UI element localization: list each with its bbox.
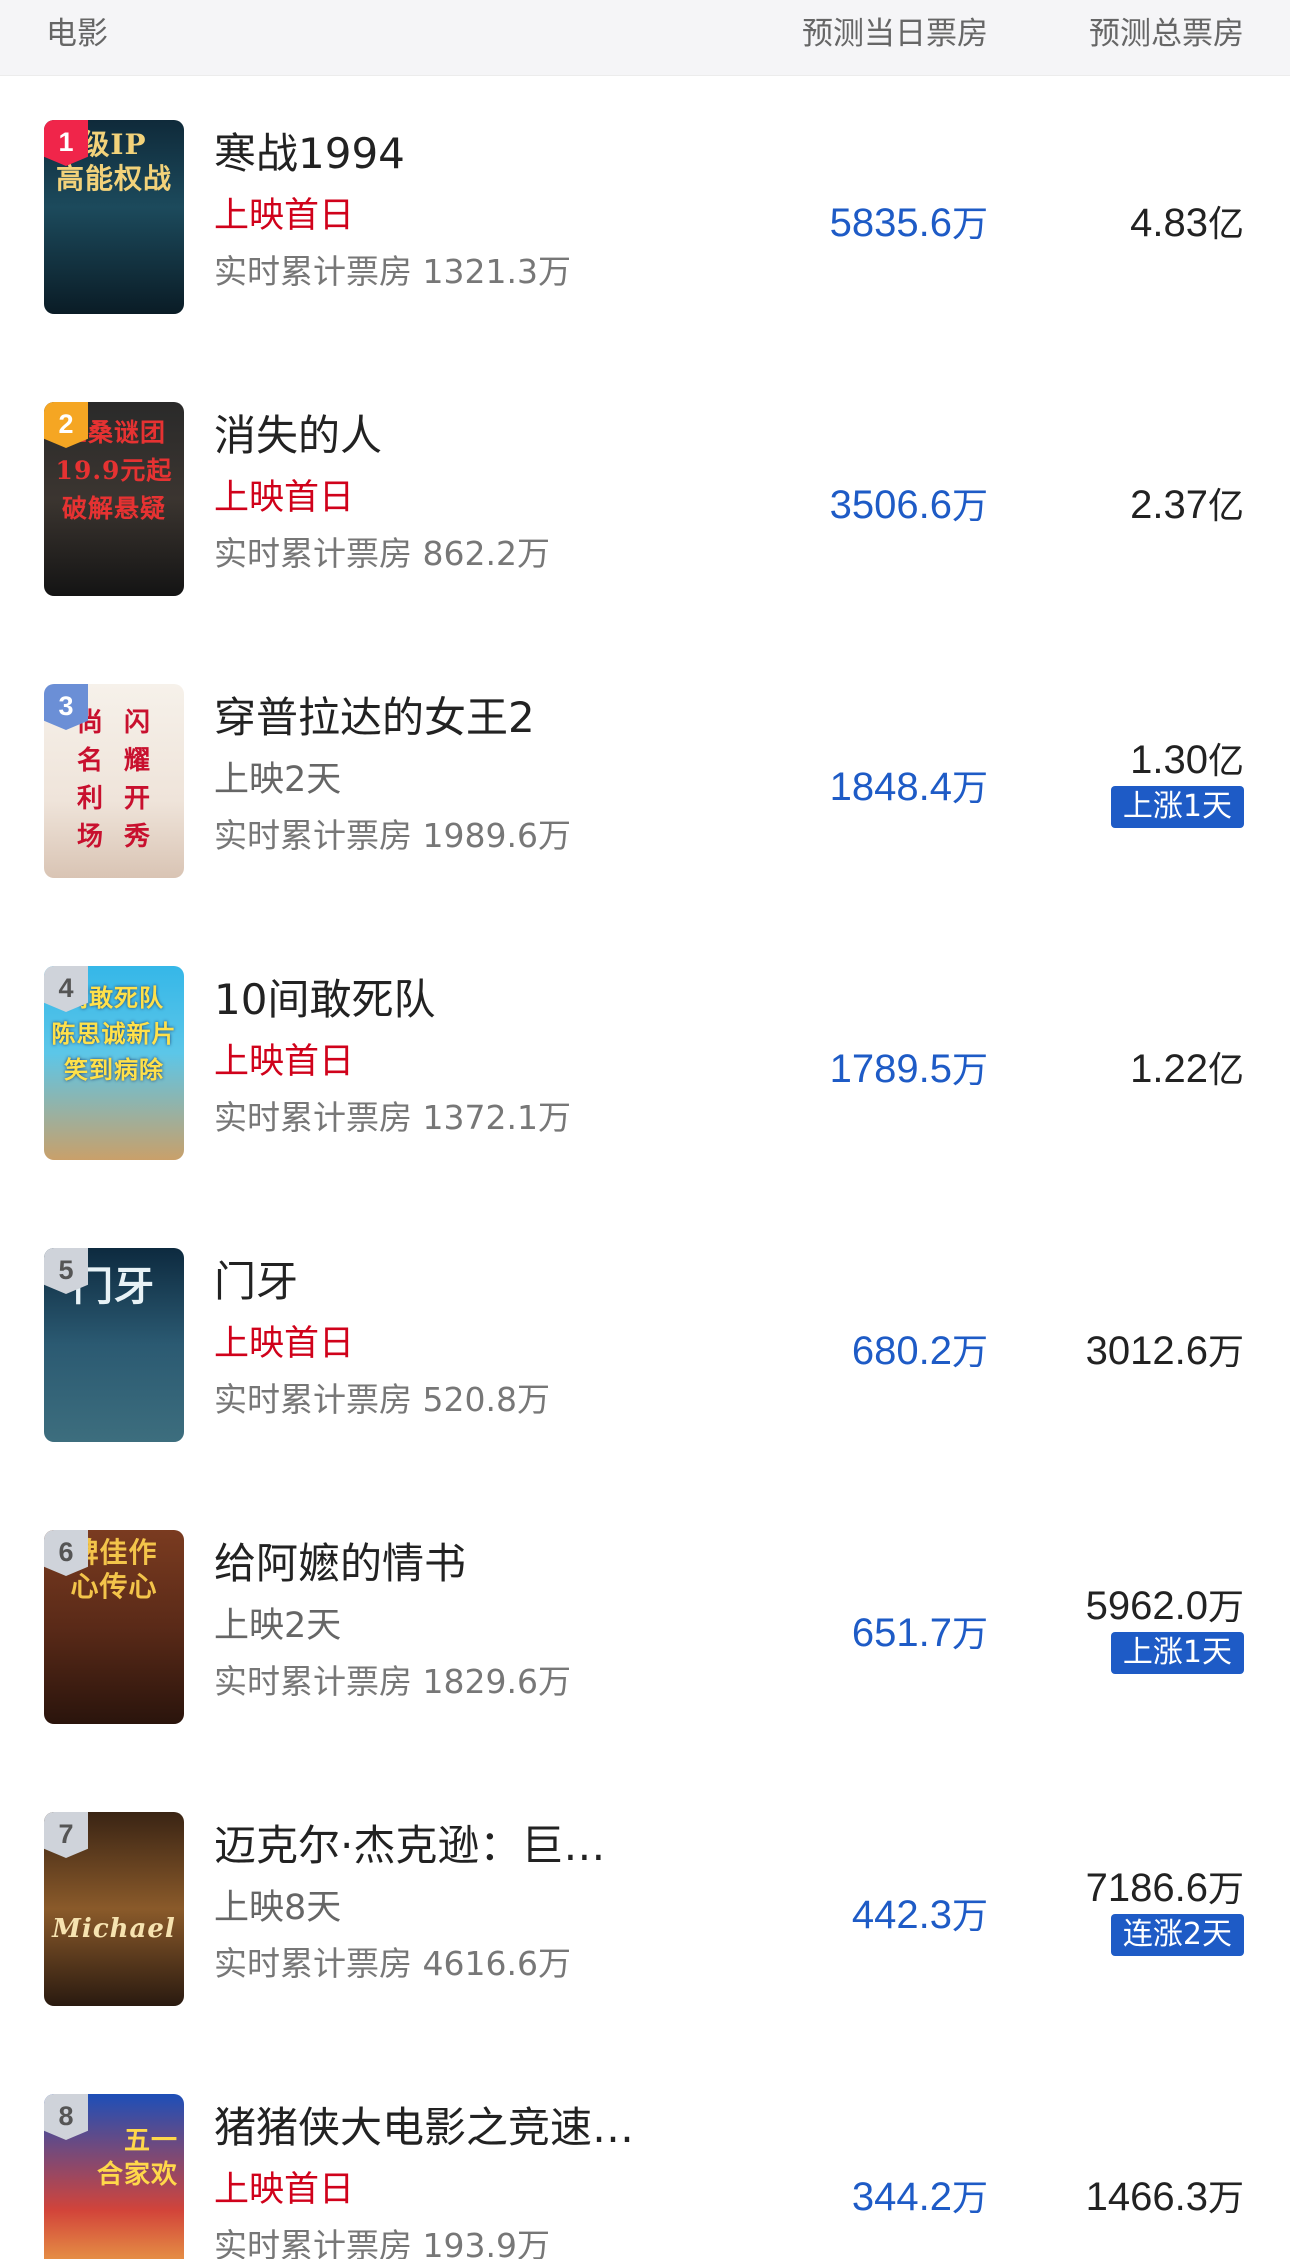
- column-header-daily-box-office[interactable]: 预测当日票房: [802, 8, 988, 53]
- release-status: 上映8天: [214, 1888, 342, 1928]
- movie-poster[interactable]: 级IP 高能权战 1: [44, 120, 184, 314]
- movie-title[interactable]: 给阿嬷的情书: [214, 1530, 466, 1591]
- movie-title[interactable]: 猪猪侠大电影之竞速…: [214, 2094, 634, 2155]
- rank-badge: 1: [44, 120, 88, 166]
- release-status: 上映首日: [214, 1324, 355, 1364]
- predicted-total-box-office: 1.22亿: [1130, 1047, 1244, 1091]
- realtime-cumulative-box-office: 实时累计票房 193.9万: [214, 2226, 550, 2259]
- movie-poster[interactable]: 碑佳作 心传心 6: [44, 1530, 184, 1724]
- rank-badge: 4: [44, 966, 88, 1012]
- predicted-daily-box-office: 5835.6万: [829, 201, 988, 245]
- table-header: 电影 预测当日票房 预测总票房: [0, 0, 1290, 76]
- release-status: 上映首日: [214, 2170, 355, 2210]
- rank-badge: 3: [44, 684, 88, 730]
- release-status: 上映2天: [214, 1606, 342, 1646]
- predicted-total-box-office: 7186.6万: [1085, 1866, 1244, 1910]
- column-header-movie: 电影: [46, 16, 108, 52]
- predicted-total-box-office: 1466.3万: [1085, 2175, 1244, 2219]
- predicted-daily-box-office: 3506.6万: [829, 483, 988, 527]
- realtime-cumulative-box-office: 实时累计票房 1372.1万: [214, 1098, 571, 1137]
- movie-title[interactable]: 门牙: [214, 1248, 298, 1309]
- rank-badge: 6: [44, 1530, 88, 1576]
- realtime-cumulative-box-office: 实时累计票房 520.8万: [214, 1380, 550, 1419]
- movie-title[interactable]: 寒战1994: [214, 120, 405, 181]
- trend-badge: 连涨2天: [1110, 1914, 1244, 1956]
- movie-poster[interactable]: 尚 闪名 耀利 开场 秀 3: [44, 684, 184, 878]
- movie-poster[interactable]: 门牙 5: [44, 1248, 184, 1442]
- movie-poster[interactable]: 五一 合家欢 8: [44, 2094, 184, 2259]
- realtime-cumulative-box-office: 实时累计票房 1989.6万: [214, 816, 571, 855]
- rank-badge: 8: [44, 2094, 88, 2140]
- movie-row[interactable]: 门牙 5 门牙 上映首日 实时累计票房 520.8万 680.2万 3012.6…: [0, 1204, 1290, 1486]
- poster-tagline: Michael: [52, 1914, 176, 1944]
- movie-poster[interactable]: Michael 7: [44, 1812, 184, 2006]
- predicted-total-box-office: 2.37亿: [1130, 483, 1244, 527]
- predicted-daily-box-office: 1848.4万: [829, 765, 988, 809]
- predicted-total-box-office: 1.30亿: [1130, 738, 1244, 782]
- trend-badge: 上涨1天: [1110, 1632, 1244, 1674]
- rank-badge: 2: [44, 402, 88, 448]
- realtime-cumulative-box-office: 实时累计票房 4616.6万: [214, 1944, 571, 1983]
- movie-title[interactable]: 迈克尔·杰克逊：巨…: [214, 1812, 605, 1873]
- predicted-daily-box-office: 442.3万: [851, 1893, 988, 1937]
- movie-row[interactable]: 间敢死队 陈思诚新片 笑到病除 4 10间敢死队 上映首日 实时累计票房 1372.…: [0, 922, 1290, 1204]
- movie-row[interactable]: 碑佳作 心传心 6 给阿嬷的情书 上映2天 实时累计票房 1829.6万 651.…: [0, 1486, 1290, 1768]
- movie-poster[interactable]: 三桑谜团 19.9元起 破解悬疑 2: [44, 402, 184, 596]
- predicted-total-box-office: 5962.0万: [1085, 1584, 1244, 1628]
- rank-badge: 5: [44, 1248, 88, 1294]
- movie-row[interactable]: 五一 合家欢 8 猪猪侠大电影之竞速… 上映首日 实时累计票房 193.9万 34…: [0, 2050, 1290, 2259]
- movie-title[interactable]: 穿普拉达的女王2: [214, 684, 535, 745]
- predicted-daily-box-office: 680.2万: [851, 1329, 988, 1373]
- predicted-daily-box-office: 344.2万: [851, 2175, 988, 2219]
- realtime-cumulative-box-office: 实时累计票房 1829.6万: [214, 1662, 571, 1701]
- movie-row[interactable]: 级IP 高能权战 1 寒战1994 上映首日 实时累计票房 1321.3万 583…: [0, 76, 1290, 358]
- release-status: 上映2天: [214, 760, 342, 800]
- movie-title[interactable]: 消失的人: [214, 402, 382, 463]
- predicted-total-box-office: 3012.6万: [1085, 1329, 1244, 1373]
- predicted-daily-box-office: 651.7万: [851, 1611, 988, 1655]
- release-status: 上映首日: [214, 1042, 355, 1082]
- release-status: 上映首日: [214, 196, 355, 236]
- column-header-total-box-office[interactable]: 预测总票房: [1089, 8, 1244, 53]
- realtime-cumulative-box-office: 实时累计票房 862.2万: [214, 534, 550, 573]
- predicted-total-box-office: 4.83亿: [1130, 201, 1244, 245]
- movie-title[interactable]: 10间敢死队: [214, 966, 435, 1027]
- movie-row[interactable]: Michael 7 迈克尔·杰克逊：巨… 上映8天 实时累计票房 4616.6万…: [0, 1768, 1290, 2050]
- rank-badge: 7: [44, 1812, 88, 1858]
- movie-row[interactable]: 三桑谜团 19.9元起 破解悬疑 2 消失的人 上映首日 实时累计票房 862.2万…: [0, 358, 1290, 640]
- release-status: 上映首日: [214, 478, 355, 518]
- predicted-daily-box-office: 1789.5万: [829, 1047, 988, 1091]
- trend-badge: 上涨1天: [1110, 786, 1244, 828]
- movie-row[interactable]: 尚 闪名 耀利 开场 秀 3 穿普拉达的女王2 上映2天 实时累计票房 1989…: [0, 640, 1290, 922]
- realtime-cumulative-box-office: 实时累计票房 1321.3万: [214, 252, 571, 291]
- movie-poster[interactable]: 间敢死队 陈思诚新片 笑到病除 4: [44, 966, 184, 1160]
